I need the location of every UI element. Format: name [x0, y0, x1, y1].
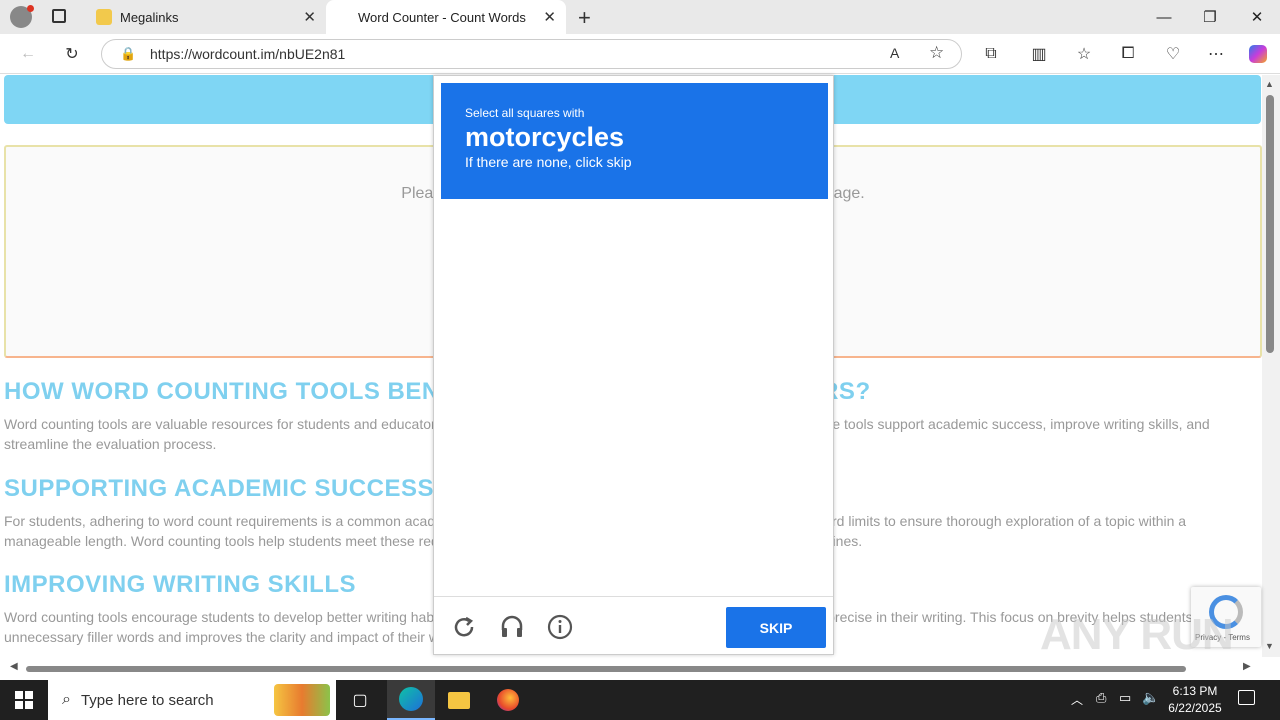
search-placeholder: Type here to search — [80, 691, 214, 709]
split-screen-icon[interactable]: ▥ — [1023, 39, 1055, 69]
network-icon[interactable]: ▭ — [1119, 690, 1131, 706]
captcha-tile[interactable] — [733, 299, 828, 394]
captcha-tile[interactable] — [636, 299, 731, 394]
megalinks-favicon — [96, 9, 112, 25]
captcha-tile[interactable] — [538, 299, 633, 394]
refresh-icon[interactable]: ↻ — [56, 39, 88, 69]
tab-title: Word Counter - Count Words — [358, 9, 526, 25]
captcha-tile[interactable] — [636, 494, 731, 589]
captcha-footer: SKIP — [434, 596, 833, 656]
captcha-tile[interactable] — [441, 299, 536, 394]
copilot-icon[interactable] — [1242, 39, 1274, 69]
volume-icon[interactable]: 🔈 — [1142, 689, 1159, 706]
captcha-tile[interactable] — [538, 202, 633, 297]
edge-taskbar-icon[interactable] — [387, 680, 435, 720]
more-menu-icon[interactable]: ⋯ — [1200, 39, 1232, 69]
scroll-down-arrow[interactable]: ▼ — [1265, 641, 1274, 651]
windows-taskbar: ⌕ Type here to search ▢ ︿ ⎙ ▭ 🔈 6:13 PM … — [0, 680, 1280, 720]
captcha-tile[interactable] — [733, 494, 828, 589]
captcha-tile[interactable] — [538, 494, 633, 589]
section-heading: IMPROVING WRITING SKILLS — [4, 571, 356, 598]
reload-icon[interactable] — [448, 611, 480, 643]
search-highlight-flowers-icon — [274, 684, 330, 716]
minimize-button[interactable]: — — [1141, 0, 1187, 34]
captcha-challenge: Select all squares with motorcycles If t… — [433, 75, 834, 655]
captcha-header: Select all squares with motorcycles If t… — [441, 83, 828, 199]
extensions-icon[interactable]: ⧉ — [975, 39, 1007, 69]
notification-icon[interactable] — [1238, 690, 1255, 705]
tab-actions-icon[interactable] — [52, 9, 66, 23]
read-aloud-icon[interactable]: A — [890, 45, 899, 61]
back-icon[interactable]: ← — [12, 39, 44, 69]
clock-time: 6:13 PM — [1172, 684, 1218, 698]
tray-device-icon[interactable]: ⎙ — [1096, 690, 1106, 706]
file-explorer-icon[interactable] — [435, 680, 483, 720]
search-icon: ⌕ — [62, 691, 71, 708]
close-tab-icon[interactable]: ✕ — [543, 8, 556, 26]
vertical-scroll-thumb[interactable] — [1266, 95, 1274, 353]
captcha-tile[interactable] — [733, 202, 828, 297]
anyrun-watermark: ANY RUN — [1040, 610, 1234, 659]
captcha-tile[interactable] — [441, 397, 536, 492]
scroll-right-arrow[interactable]: ▶ — [1243, 661, 1251, 672]
captcha-hint: If there are none, click skip — [465, 154, 632, 170]
tab-title: Megalinks — [120, 9, 179, 25]
headphones-icon[interactable] — [496, 611, 528, 643]
url-text[interactable]: https://wordcount.im/nbUE2n81 — [150, 46, 345, 62]
windows-start-icon[interactable] — [0, 680, 48, 720]
profile-notification-dot — [27, 5, 34, 12]
horizontal-scroll-thumb[interactable] — [26, 666, 1186, 672]
taskbar-search[interactable]: ⌕ Type here to search — [48, 680, 336, 720]
captcha-tile[interactable] — [636, 397, 731, 492]
captcha-tile[interactable] — [538, 397, 633, 492]
new-tab-button[interactable]: + — [578, 5, 591, 31]
tab-strip: Megalinks ✕ Word Counter - Count Words ✕… — [0, 0, 1280, 34]
captcha-target: motorcycles — [465, 122, 625, 152]
captcha-tile[interactable] — [441, 202, 536, 297]
browser-essentials-icon[interactable]: ♡ — [1157, 39, 1189, 69]
tab-megalinks[interactable]: Megalinks ✕ — [88, 0, 326, 34]
tray-chevron-icon[interactable]: ︿ — [1071, 691, 1083, 708]
captcha-tile[interactable] — [733, 397, 828, 492]
toolbar: ← ↻ 🔒 https://wordcount.im/nbUE2n81 A ☆ … — [0, 34, 1280, 74]
collections-icon[interactable]: ⧠ — [1112, 39, 1144, 69]
close-window-button[interactable]: ✕ — [1234, 0, 1280, 34]
address-bar[interactable]: 🔒 https://wordcount.im/nbUE2n81 A ☆ — [101, 39, 962, 69]
task-view-icon[interactable]: ▢ — [336, 680, 384, 720]
captcha-tile[interactable] — [636, 202, 731, 297]
clock-date: 6/22/2025 — [1168, 701, 1222, 715]
scroll-up-arrow[interactable]: ▲ — [1265, 79, 1274, 89]
firefox-icon[interactable] — [484, 680, 532, 720]
tab-word-counter[interactable]: Word Counter - Count Words ✕ — [326, 0, 566, 34]
captcha-grid — [441, 202, 828, 589]
lock-icon[interactable]: 🔒 — [120, 46, 136, 62]
scroll-left-arrow[interactable]: ◀ — [10, 661, 18, 672]
vertical-scrollbar[interactable]: ▲ ▼ — [1262, 75, 1280, 657]
captcha-instruction: Select all squares with — [465, 106, 585, 120]
captcha-tile[interactable] — [441, 494, 536, 589]
taskbar-clock[interactable]: 6:13 PM 6/22/2025 — [1165, 683, 1225, 717]
favorites-icon[interactable]: ☆ — [1068, 39, 1100, 69]
restore-button[interactable]: ❐ — [1187, 0, 1233, 34]
close-tab-icon[interactable]: ✕ — [303, 8, 316, 26]
info-icon[interactable] — [544, 611, 576, 643]
favorite-star-icon[interactable]: ☆ — [929, 43, 944, 63]
skip-button[interactable]: SKIP — [726, 607, 826, 648]
horizontal-scrollbar[interactable]: ◀ ▶ — [0, 657, 1262, 680]
section-heading: SUPPORTING ACADEMIC SUCCESS — [4, 475, 434, 502]
